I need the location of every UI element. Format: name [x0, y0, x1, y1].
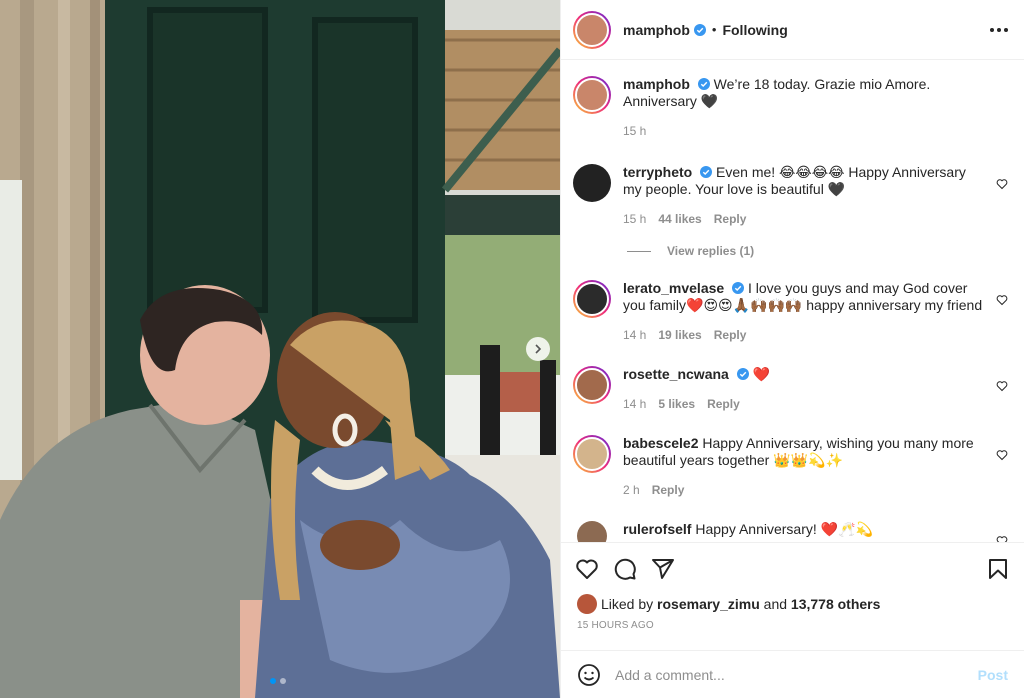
more-options-button[interactable] [990, 22, 1008, 38]
post-header: mamphob • Following [561, 0, 1024, 60]
comment-username[interactable]: rulerofself [623, 521, 691, 537]
header-separator: • [711, 22, 717, 37]
caption: mamphob We’re 18 today. Grazie mio Amore… [573, 76, 1008, 140]
verified-badge-icon [700, 166, 713, 178]
author-avatar[interactable] [573, 10, 611, 49]
comment-username[interactable]: terrypheto [623, 164, 692, 180]
liker-avatar[interactable] [577, 594, 597, 614]
reply-button[interactable]: Reply [707, 396, 740, 413]
liker-username[interactable]: rosemary_zimu [657, 596, 760, 612]
chevron-right-icon [535, 344, 542, 354]
bookmark-icon[interactable] [986, 557, 1010, 581]
post-comment-button[interactable]: Post [978, 667, 1008, 683]
likes-middle: and [763, 596, 788, 612]
verified-badge-icon [736, 368, 749, 380]
reply-button[interactable]: Reply [652, 482, 685, 499]
heart-icon[interactable] [996, 294, 1008, 306]
verified-badge-icon [693, 23, 706, 36]
comment-time: 14 h [623, 397, 647, 411]
commenter-avatar[interactable] [573, 280, 611, 318]
heart-icon[interactable] [575, 557, 599, 581]
following-button[interactable]: Following [722, 22, 787, 38]
post-actions [561, 542, 1024, 594]
couple-kissing-photo [0, 0, 560, 698]
commenter-avatar[interactable] [573, 366, 611, 404]
comment-text: ❤️ [752, 366, 771, 382]
comment-icon[interactable] [613, 557, 637, 581]
comment-time: 2 h [623, 483, 640, 497]
verified-badge-icon [697, 78, 710, 90]
heart-icon[interactable] [996, 449, 1008, 461]
post-photo[interactable] [0, 0, 560, 698]
reply-button[interactable]: Reply [714, 327, 747, 344]
commenter-avatar[interactable] [573, 435, 611, 473]
likes-summary: Liked by rosemary_zimu and 13,778 others [561, 594, 1024, 614]
verified-badge-icon [732, 282, 745, 294]
comment-username[interactable]: lerato_mvelase [623, 280, 724, 296]
view-replies-label: View replies (1) [667, 244, 755, 258]
caption-username[interactable]: mamphob [623, 76, 690, 92]
reply-button[interactable]: Reply [714, 211, 747, 228]
comment-time: 15 h [623, 212, 647, 226]
commenter-avatar[interactable] [573, 164, 611, 202]
carousel-dot-active [270, 678, 276, 684]
caption-avatar[interactable] [573, 76, 611, 114]
comment-item: babescele2 Happy Anniversary, wishing yo… [573, 435, 1008, 499]
caption-time: 15 h [623, 124, 647, 138]
view-replies-button[interactable]: View replies (1) [627, 244, 1008, 258]
share-icon[interactable] [651, 557, 675, 581]
carousel-dot [280, 678, 286, 684]
likes-prefix: Liked by [601, 596, 654, 612]
comment-likes[interactable]: 5 likes [658, 396, 695, 413]
heart-icon[interactable] [996, 535, 1008, 542]
post-timestamp[interactable]: 15 HOURS AGO [561, 614, 1024, 640]
post-details-panel: mamphob • Following mamphob We’re 18 tod… [560, 0, 1024, 698]
emoji-icon[interactable] [577, 663, 601, 687]
comment-likes[interactable]: 44 likes [658, 211, 701, 228]
post-view: mamphob • Following mamphob We’re 18 tod… [0, 0, 1024, 698]
carousel-indicator [270, 678, 286, 684]
heart-icon[interactable] [996, 380, 1008, 392]
comment-item: terrypheto Even me! 😂😂😂😂 Happy Anniversa… [573, 164, 1008, 228]
author-username[interactable]: mamphob [623, 22, 690, 38]
comment-time: 14 h [623, 328, 647, 342]
commenter-avatar[interactable] [577, 521, 607, 542]
likes-count[interactable]: 13,778 others [791, 596, 881, 612]
comments-list[interactable]: mamphob We’re 18 today. Grazie mio Amore… [561, 60, 1024, 542]
comment-item: lerato_mvelase I love you guys and may G… [573, 280, 1008, 344]
comment-likes[interactable]: 19 likes [658, 327, 701, 344]
more-icon [990, 27, 994, 32]
comment-username[interactable]: babescele2 [623, 435, 699, 451]
comment-text: Happy Anniversary! ❤️🥂💫 [695, 521, 873, 537]
carousel-next-button[interactable] [526, 337, 550, 361]
add-comment-bar: Post [561, 650, 1024, 698]
comment-username[interactable]: rosette_ncwana [623, 366, 729, 382]
comment-item: rulerofself Happy Anniversary! ❤️🥂💫 [573, 521, 1008, 542]
heart-icon[interactable] [996, 178, 1008, 190]
add-comment-input[interactable] [615, 666, 978, 683]
comment-item: rosette_ncwana ❤️ 14 h 5 likes Reply [573, 366, 1008, 413]
